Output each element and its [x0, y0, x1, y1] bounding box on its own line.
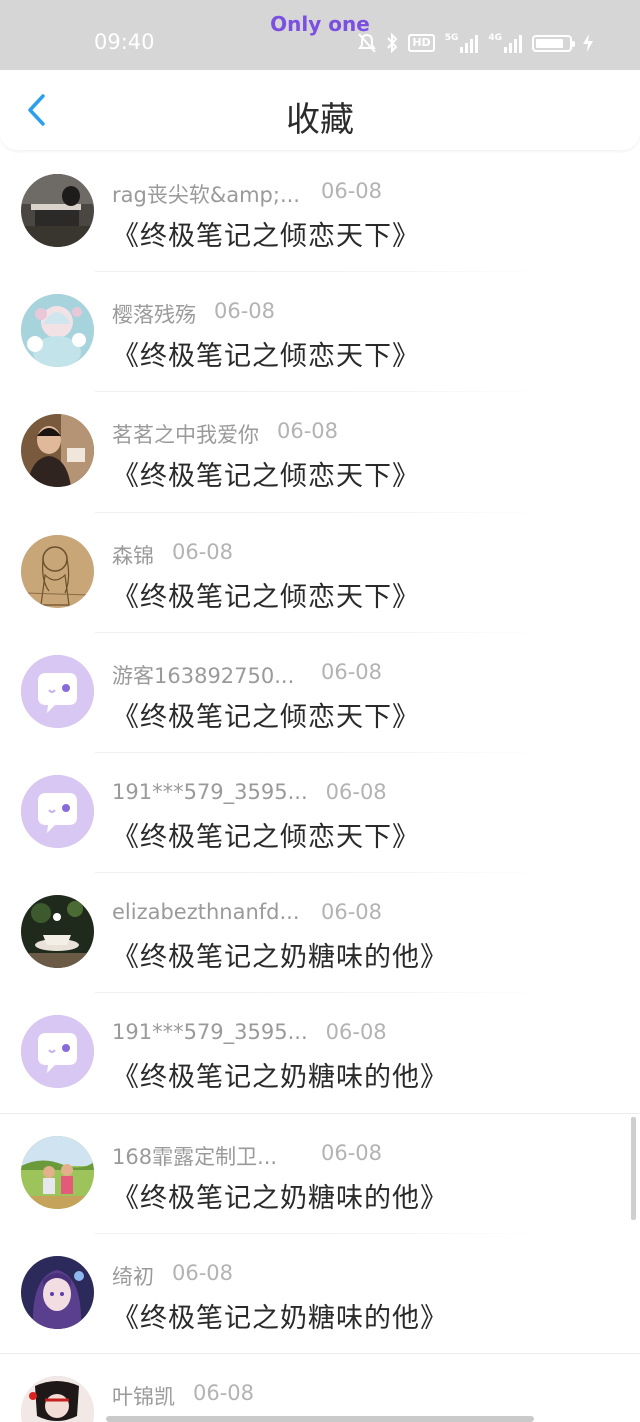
- item-date: 06-08: [193, 1380, 255, 1405]
- avatar[interactable]: [21, 1375, 94, 1422]
- avatar[interactable]: [21, 1015, 94, 1089]
- list-item[interactable]: 绮初 06-08 《终极笔记之奶糖味的他》: [0, 1234, 640, 1354]
- mute-icon: [358, 33, 377, 53]
- list-item[interactable]: 191***579_3595... 06-08 《终极笔记之倾恋天下》: [0, 753, 640, 874]
- signal-5g-icon: 5G: [445, 33, 479, 53]
- bottom-indicator: [106, 1416, 534, 1422]
- list-item[interactable]: 191***579_3595... 06-08 《终极笔记之奶糖味的他》: [0, 993, 640, 1114]
- book-title: 《终极笔记之倾恋天下》: [112, 581, 420, 613]
- user-name: 樱落残殇: [112, 303, 196, 328]
- item-date: 06-08: [277, 419, 339, 444]
- avatar[interactable]: [21, 774, 94, 848]
- status-bar: Only one 09:40 HD 5G 4G: [0, 0, 640, 70]
- favorites-list[interactable]: rag丧尖软&amp;... 06-08 《终极笔记之倾恋天下》 樱落残殇 06-08 《…: [0, 152, 640, 1422]
- avatar[interactable]: [21, 1255, 94, 1329]
- signal-4g-icon: 4G: [488, 33, 522, 53]
- user-name: 游客163892750...: [112, 663, 295, 688]
- avatar[interactable]: [21, 1135, 94, 1209]
- item-date: 06-08: [325, 1020, 387, 1045]
- item-date: 06-08: [321, 659, 383, 684]
- charging-icon: [583, 34, 593, 52]
- book-title: 《终极笔记之倾恋天下》: [112, 221, 420, 252]
- list-item[interactable]: 森锦 06-08 《终极笔记之倾恋天下》: [0, 513, 640, 633]
- book-title: 《终极笔记之倾恋天下》: [112, 701, 420, 733]
- item-date: 06-08: [321, 900, 383, 925]
- book-title: 《终极笔记之倾恋天下》: [112, 341, 420, 373]
- user-name: rag丧尖软&amp;...: [112, 183, 300, 207]
- book-title: 《终极笔记之奶糖味的他》: [112, 942, 448, 974]
- scrollbar[interactable]: [631, 1117, 636, 1220]
- book-title: 《终极笔记之奶糖味的他》: [112, 1302, 448, 1334]
- user-name: 168霏露定制卫...: [112, 1144, 278, 1169]
- user-name: elizabezthnanfd...: [112, 900, 300, 925]
- user-name: 叶锦凯: [112, 1384, 175, 1409]
- battery-icon: [532, 34, 575, 52]
- avatar[interactable]: [21, 414, 94, 488]
- item-date: 06-08: [172, 1260, 234, 1285]
- user-name: 191***579_3595...: [112, 779, 308, 804]
- list-item[interactable]: 茗茗之中我爱你 06-08 《终极笔记之倾恋天下》: [0, 392, 640, 513]
- signal-4g-label: 4G: [488, 33, 502, 43]
- status-icons: HD 5G 4G: [358, 30, 594, 56]
- user-name: 191***579_3595...: [112, 1020, 308, 1045]
- list-item[interactable]: 樱落残殇 06-08 《终极笔记之倾恋天下》: [0, 272, 640, 393]
- bluetooth-icon: [387, 33, 398, 53]
- item-date: 06-08: [214, 299, 276, 324]
- list-item[interactable]: 叶锦凯 06-08: [0, 1354, 640, 1422]
- avatar[interactable]: [21, 654, 94, 728]
- book-title: 《终极笔记之倾恋天下》: [112, 461, 420, 493]
- book-title: 《终极笔记之奶糖味的他》: [112, 1182, 448, 1214]
- page-title: 收藏: [286, 100, 354, 140]
- user-name: 森锦: [112, 543, 154, 568]
- hd-icon: HD: [408, 34, 435, 52]
- avatar[interactable]: [21, 895, 94, 969]
- user-name: 绮初: [112, 1264, 154, 1289]
- book-title: 《终极笔记之倾恋天下》: [112, 821, 420, 853]
- avatar[interactable]: [21, 174, 94, 247]
- list-item[interactable]: rag丧尖软&amp;... 06-08 《终极笔记之倾恋天下》: [0, 152, 640, 273]
- item-date: 06-08: [172, 539, 234, 564]
- list-item[interactable]: 168霏露定制卫... 06-08 《终极笔记之奶糖味的他》: [0, 1114, 640, 1234]
- item-date: 06-08: [325, 779, 387, 804]
- signal-5g-label: 5G: [444, 33, 459, 43]
- item-date: 06-08: [321, 1140, 383, 1165]
- clock: 09:40: [94, 30, 155, 54]
- book-title: 《终极笔记之奶糖味的他》: [112, 1062, 448, 1094]
- avatar[interactable]: [21, 294, 94, 368]
- header-bar: 收藏: [0, 70, 640, 150]
- item-date: 06-08: [321, 179, 383, 203]
- user-name: 茗茗之中我爱你: [112, 423, 259, 448]
- avatar[interactable]: [21, 534, 94, 608]
- list-item[interactable]: elizabezthnanfd... 06-08 《终极笔记之奶糖味的他》: [0, 873, 640, 994]
- list-item[interactable]: 游客163892750... 06-08 《终极笔记之倾恋天下》: [0, 633, 640, 753]
